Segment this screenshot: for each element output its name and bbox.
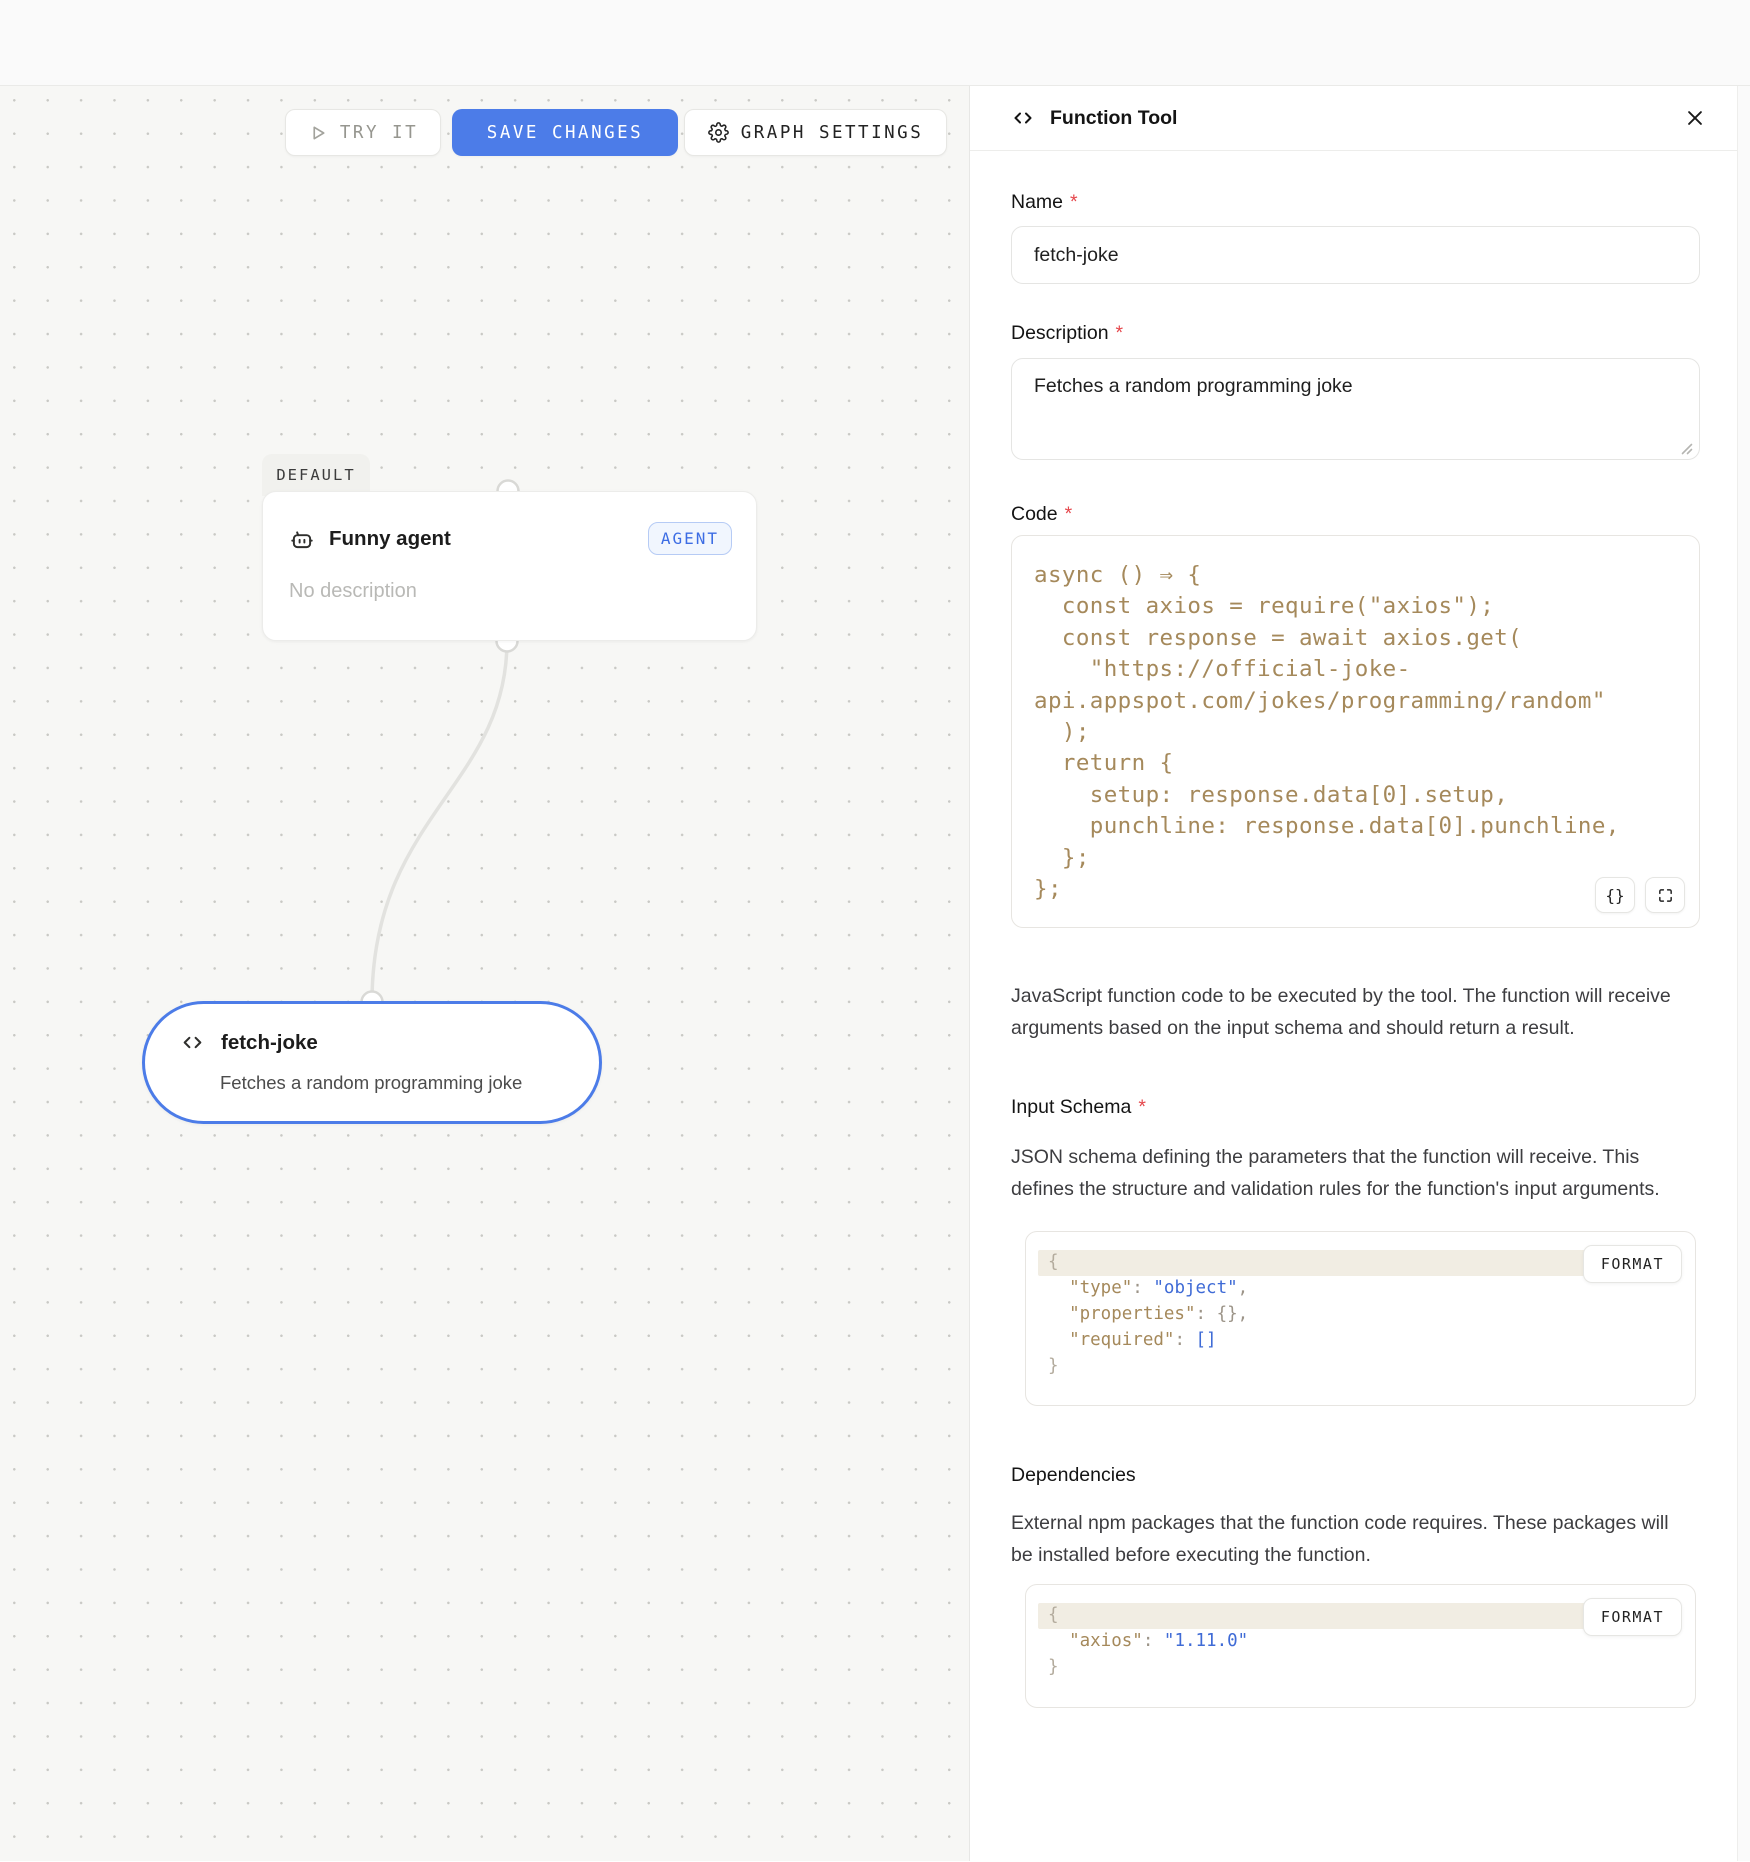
- panel-title: Function Tool: [1050, 107, 1177, 130]
- code-line: punchline: response.data[0].punchline,: [1034, 811, 1679, 842]
- code-line: "https://official-joke-: [1034, 654, 1679, 685]
- code-help-text: JavaScript function code to be executed …: [1011, 980, 1696, 1044]
- save-changes-button[interactable]: SAVE CHANGES: [452, 109, 678, 156]
- dependencies-label: Dependencies: [1011, 1464, 1700, 1487]
- dependencies-lines: { "axios": "1.11.0"}: [1048, 1603, 1673, 1680]
- save-changes-label: SAVE CHANGES: [487, 123, 643, 143]
- input-schema-label: Input Schema*: [1011, 1096, 1700, 1119]
- tool-node-description: Fetches a random programming joke: [220, 1072, 522, 1094]
- input-schema-editor[interactable]: { "type": "object", "properties": {}, "r…: [1025, 1231, 1696, 1406]
- code-line: "properties": {},: [1048, 1302, 1673, 1328]
- graph-canvas[interactable]: TRY IT SAVE CHANGES GRAPH SETTINGS DEFAU…: [0, 86, 969, 1861]
- input-schema-help-text: JSON schema defining the parameters that…: [1011, 1141, 1671, 1205]
- code-line: setup: response.data[0].setup,: [1034, 780, 1679, 811]
- agent-node[interactable]: Funny agent AGENT No description: [262, 491, 757, 641]
- code-line: {: [1038, 1603, 1587, 1629]
- top-strip: [0, 0, 1750, 86]
- try-it-label: TRY IT: [340, 123, 418, 143]
- format-button[interactable]: FORMAT: [1583, 1598, 1682, 1636]
- close-icon[interactable]: [1684, 107, 1706, 129]
- input-schema-lines: { "type": "object", "properties": {}, "r…: [1048, 1250, 1673, 1379]
- graph-settings-button[interactable]: GRAPH SETTINGS: [684, 109, 947, 156]
- panel-scrollbar[interactable]: [1737, 86, 1750, 1861]
- tool-node-title: fetch-joke: [221, 1031, 318, 1055]
- code-editor-lines: async () ⇒ { const axios = require("axio…: [1034, 560, 1679, 905]
- app-window: TRY IT SAVE CHANGES GRAPH SETTINGS DEFAU…: [0, 0, 1750, 1862]
- tool-node[interactable]: fetch-joke Fetches a random programming …: [142, 1001, 602, 1124]
- code-line: "axios": "1.11.0": [1048, 1629, 1673, 1655]
- code-line: }: [1048, 1655, 1673, 1681]
- code-line: "required": []: [1048, 1328, 1673, 1354]
- resize-handle-icon[interactable]: [1680, 442, 1693, 455]
- code-line: const response = await axios.get(: [1034, 623, 1679, 654]
- agent-node-title: Funny agent: [329, 527, 451, 551]
- function-tool-panel: Function Tool Name* Description* Fetches…: [969, 86, 1750, 1861]
- code-line: api.appspot.com/jokes/programming/random…: [1034, 686, 1679, 717]
- code-line: );: [1034, 717, 1679, 748]
- required-asterisk: *: [1116, 322, 1124, 345]
- code-line: {: [1038, 1250, 1587, 1276]
- expand-icon[interactable]: [1645, 877, 1685, 913]
- code-icon: [180, 1030, 205, 1055]
- required-asterisk: *: [1065, 503, 1073, 526]
- dependencies-help-text: External npm packages that the function …: [1011, 1507, 1671, 1571]
- name-input[interactable]: [1011, 226, 1700, 284]
- code-line: "type": "object",: [1048, 1276, 1673, 1302]
- format-button[interactable]: FORMAT: [1583, 1245, 1682, 1283]
- robot-icon: [289, 526, 315, 552]
- group-tab-label: DEFAULT: [276, 466, 355, 484]
- code-editor[interactable]: async () ⇒ { const axios = require("axio…: [1011, 535, 1700, 928]
- agent-node-description: No description: [289, 580, 417, 603]
- code-icon: [1011, 106, 1035, 130]
- code-line: };: [1034, 874, 1679, 905]
- description-textarea[interactable]: Fetches a random programming joke: [1011, 358, 1700, 460]
- code-line: async () ⇒ {: [1034, 560, 1679, 591]
- agent-badge: AGENT: [648, 522, 732, 555]
- play-icon: [308, 123, 328, 143]
- code-line: return {: [1034, 748, 1679, 779]
- required-asterisk: *: [1138, 1096, 1146, 1119]
- name-label: Name*: [1011, 191, 1700, 214]
- code-line: const axios = require("axios");: [1034, 591, 1679, 622]
- edge-layer: [0, 86, 969, 1861]
- panel-header: Function Tool: [970, 86, 1750, 151]
- graph-settings-label: GRAPH SETTINGS: [741, 123, 924, 143]
- code-label: Code*: [1011, 503, 1700, 526]
- braces-button[interactable]: {}: [1595, 877, 1635, 913]
- description-label: Description*: [1011, 322, 1700, 345]
- code-line: };: [1034, 843, 1679, 874]
- gear-icon: [708, 122, 729, 143]
- code-line: }: [1048, 1354, 1673, 1380]
- try-it-button[interactable]: TRY IT: [285, 109, 441, 156]
- dependencies-editor[interactable]: { "axios": "1.11.0"} FORMAT: [1025, 1584, 1696, 1707]
- edge-agent-to-tool: [372, 641, 507, 1002]
- group-tab-default[interactable]: DEFAULT: [262, 454, 370, 496]
- required-asterisk: *: [1070, 191, 1078, 214]
